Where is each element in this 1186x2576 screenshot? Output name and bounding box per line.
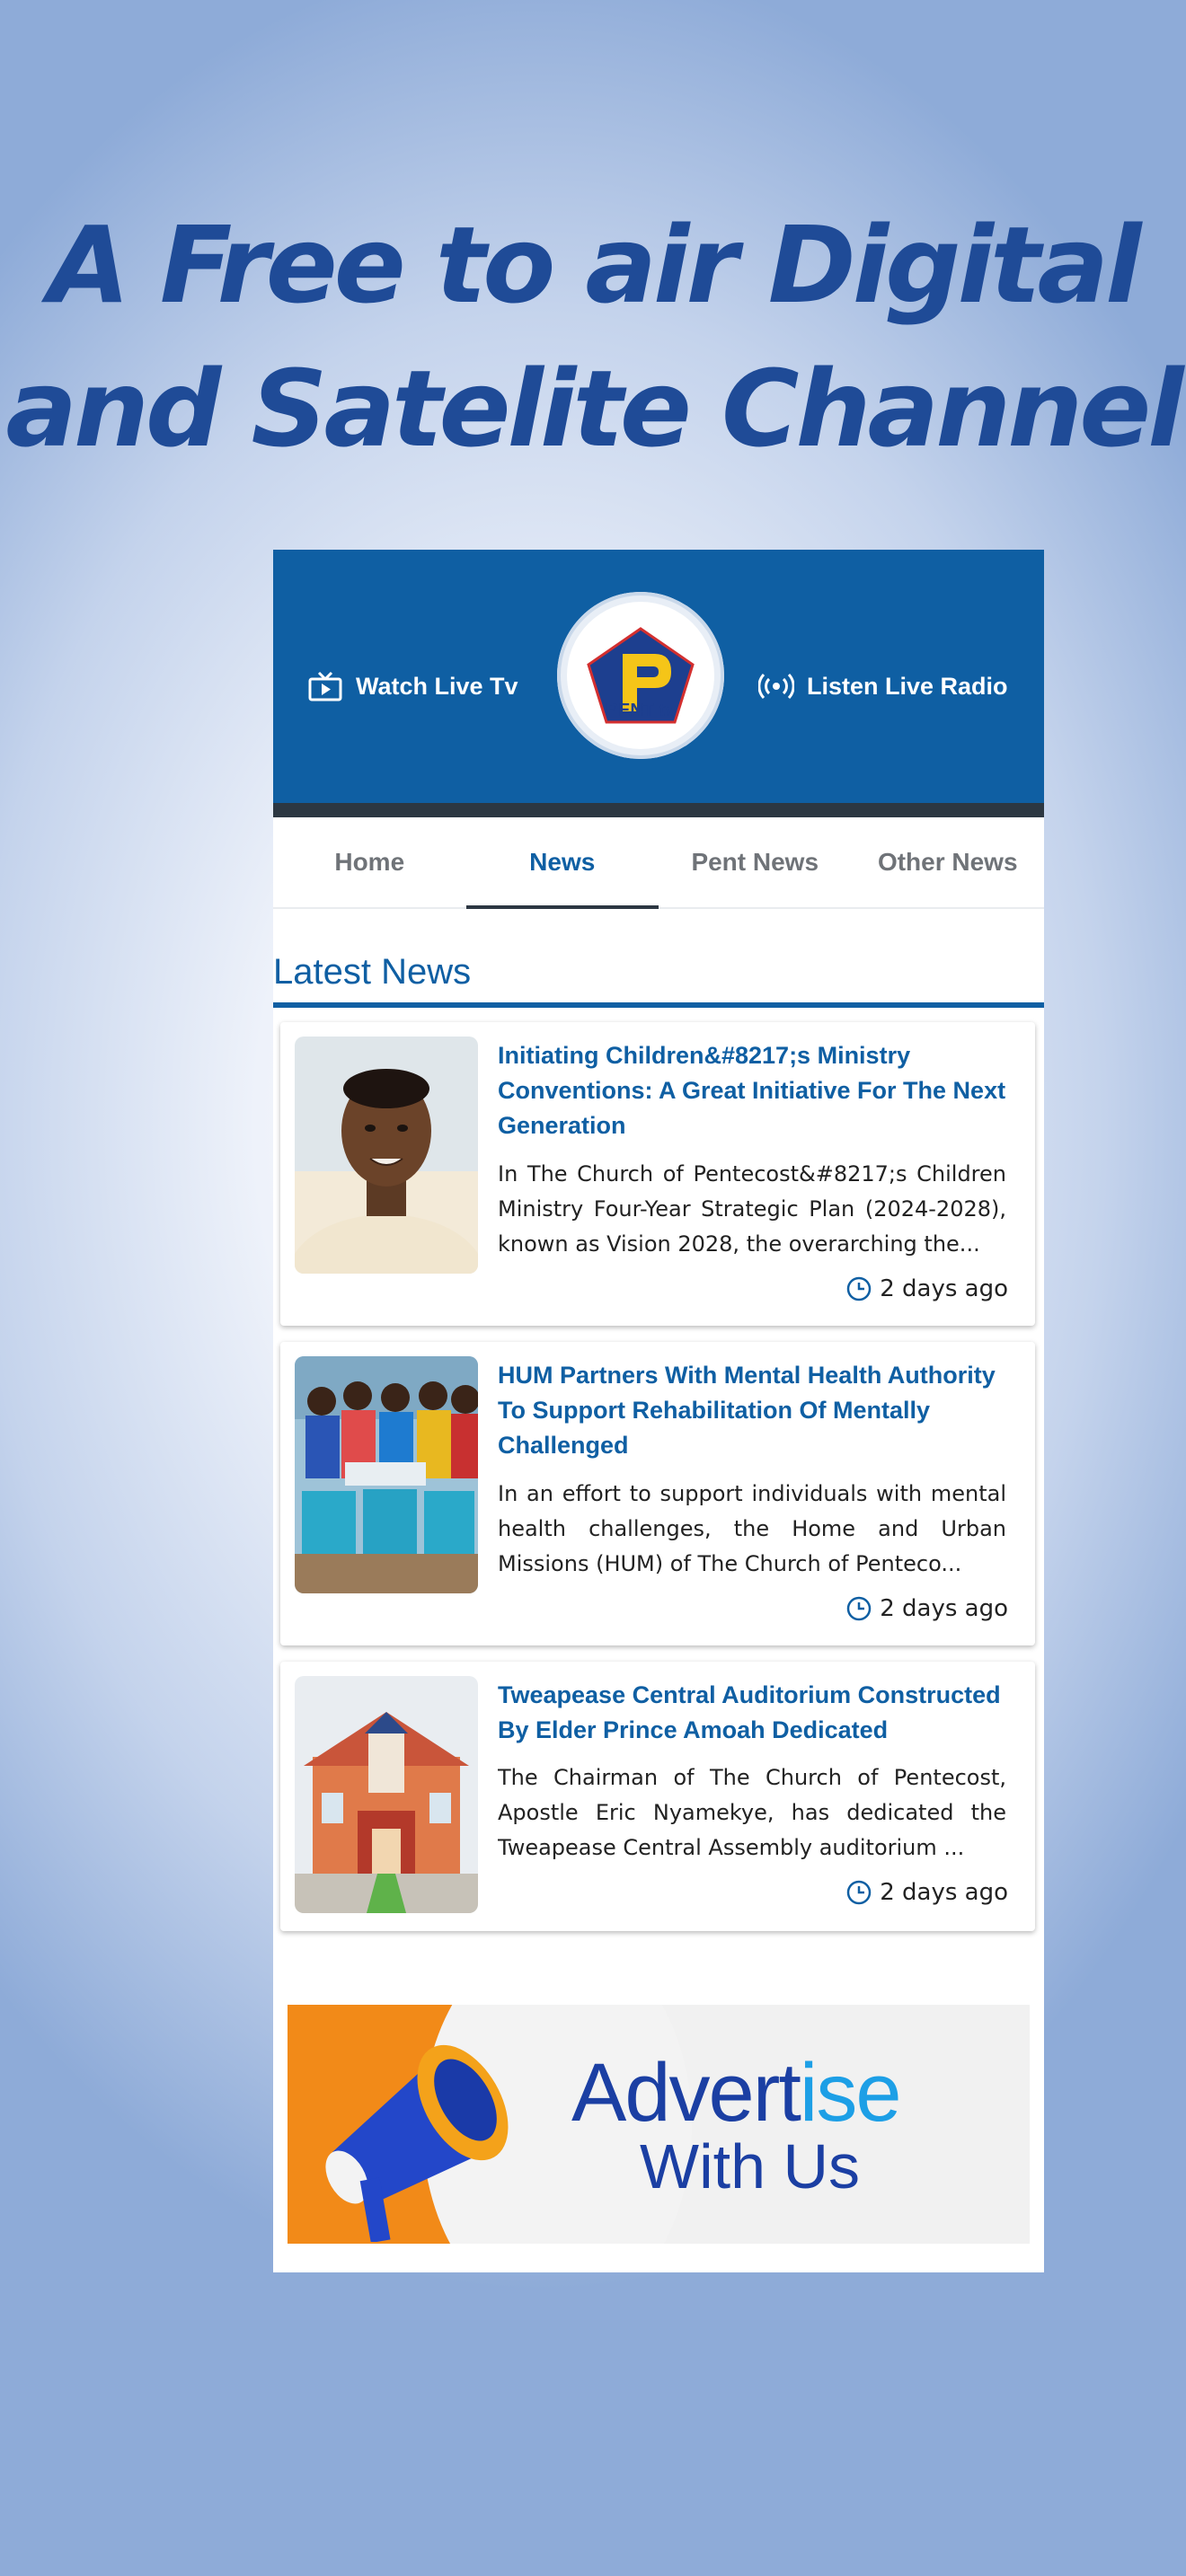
section-divider (273, 1002, 1044, 1008)
news-card[interactable]: Tweapease Central Auditorium Constructed… (280, 1662, 1035, 1931)
megaphone-icon (305, 2017, 539, 2244)
watch-live-tv-label: Watch Live Tv (356, 672, 518, 700)
clock-icon (845, 1275, 872, 1302)
ad-headline-main: Advert (571, 2047, 801, 2139)
news-thumbnail[interactable] (295, 1676, 478, 1913)
news-time-label: 2 days ago (880, 1879, 1008, 1906)
news-time-label: 2 days ago (880, 1275, 1008, 1302)
news-title[interactable]: Tweapease Central Auditorium Constructed… (498, 1678, 1024, 1748)
promo-headline-line1: A Free to air Digital (48, 203, 1141, 327)
promo-headline-line2: and Satelite Channel (5, 347, 1183, 471)
clock-icon (845, 1879, 872, 1906)
clock-icon (845, 1595, 872, 1622)
listen-live-radio-label: Listen Live Radio (807, 672, 1008, 700)
news-thumbnail[interactable] (295, 1356, 478, 1593)
promo-headline: A Free to air Digital and Satelite Chann… (0, 193, 1186, 481)
section-title: Latest News (273, 952, 472, 992)
pent-tv-logo[interactable]: PENT tv (557, 592, 724, 759)
news-timestamp: 2 days ago (845, 1879, 1008, 1906)
tab-other-news[interactable]: Other News (852, 817, 1045, 907)
header-divider (273, 803, 1044, 817)
nav-tabs: Home News Pent News Other News (273, 817, 1044, 909)
tab-pent-news[interactable]: Pent News (659, 817, 852, 907)
broadcast-icon (758, 673, 794, 700)
news-thumbnail[interactable] (295, 1037, 478, 1274)
ad-headline-accent: ise (799, 2047, 902, 2139)
news-time-label: 2 days ago (880, 1595, 1008, 1622)
news-excerpt: The Chairman of The Church of Pentecost,… (498, 1765, 1006, 1860)
tab-home[interactable]: Home (273, 817, 466, 907)
app-header: Watch Live Tv PENT tv Listen Live Radio (273, 550, 1044, 803)
logo-text: PENT tv (606, 701, 676, 720)
watch-live-tv-link[interactable]: Watch Live Tv (307, 659, 518, 713)
news-title[interactable]: HUM Partners With Mental Health Authorit… (498, 1358, 1024, 1463)
news-timestamp: 2 days ago (845, 1275, 1008, 1302)
ad-headline: Advertise (571, 2047, 902, 2139)
news-card[interactable]: HUM Partners With Mental Health Authorit… (280, 1342, 1035, 1645)
listen-live-radio-link[interactable]: Listen Live Radio (758, 659, 1008, 713)
app-screen: Watch Live Tv PENT tv Listen Live Radio … (273, 550, 1044, 2272)
news-card[interactable]: Initiating Children&#8217;s Ministry Con… (280, 1022, 1035, 1326)
ad-subline: With Us (640, 2131, 860, 2201)
news-excerpt: In The Church of Pentecost&#8217;s Child… (498, 1161, 1006, 1257)
advertise-banner[interactable]: Advertise With Us (288, 2005, 1030, 2244)
news-title[interactable]: Initiating Children&#8217;s Ministry Con… (498, 1038, 1024, 1143)
tv-play-icon (307, 671, 343, 701)
news-excerpt: In an effort to support individuals with… (498, 1481, 1006, 1576)
news-timestamp: 2 days ago (845, 1595, 1008, 1622)
tab-news[interactable]: News (465, 817, 659, 909)
